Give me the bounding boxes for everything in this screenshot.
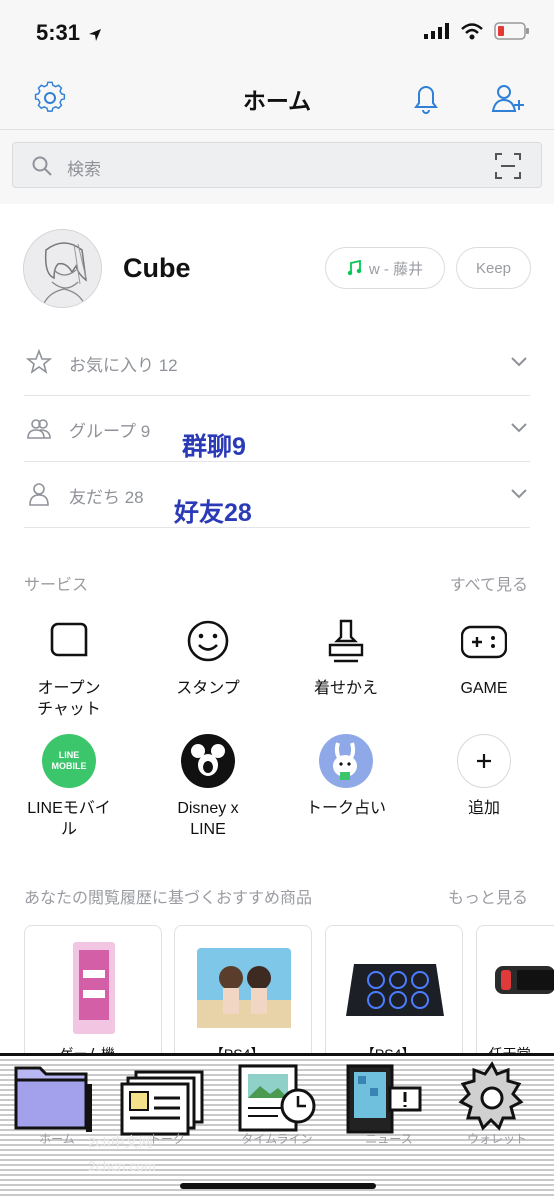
- dock-wallet[interactable]: ウォレット: [442, 1058, 552, 1150]
- open-chat-icon: [50, 622, 88, 657]
- chevron-down-icon: [511, 489, 527, 499]
- service-disney[interactable]: Disney x LINE: [148, 734, 268, 840]
- service-themes[interactable]: 着せかえ: [286, 614, 406, 699]
- keep-label: Keep: [475, 259, 512, 277]
- bottom-dock: ホーム トーク タイムライン ニュース ウォレット 2ch中文网 2chcn.c…: [0, 1053, 554, 1199]
- avatar-illustration: [24, 230, 101, 307]
- line-mobile-icon: LINE MOBILE: [42, 734, 96, 788]
- dock-label: ニュース: [365, 1132, 413, 1146]
- mickey-icon: [181, 734, 235, 788]
- location-arrow-icon: [89, 29, 101, 41]
- service-stamp[interactable]: スタンプ: [148, 614, 268, 699]
- service-label: Disney x LINE: [177, 800, 239, 838]
- service-label: LINEモバイ ル: [27, 800, 111, 838]
- profile-section: Cube w - 藤井 Keep: [0, 204, 554, 329]
- services-see-all[interactable]: すべて見る: [450, 571, 528, 595]
- nav-bar: ホーム: [0, 68, 554, 130]
- favorites-row[interactable]: お気に入り 12: [24, 330, 530, 396]
- product-image: [346, 964, 444, 1016]
- dock-label: ウォレット: [466, 1132, 527, 1146]
- music-note-icon: [347, 260, 362, 276]
- photo-clock-icon: [238, 1064, 316, 1132]
- service-add[interactable]: 追加: [424, 734, 544, 819]
- status-indicators: [424, 22, 530, 40]
- star-icon: [26, 349, 52, 374]
- service-line-mobile[interactable]: LINE MOBILE LINEモバイ ル: [9, 734, 129, 840]
- dock-news[interactable]: ニュース: [334, 1058, 444, 1150]
- person-icon: [29, 483, 49, 506]
- recommend-see-more[interactable]: もっと見る: [448, 884, 528, 908]
- service-game[interactable]: GAME: [424, 614, 544, 699]
- service-label: スタンプ: [176, 680, 240, 697]
- service-label: 追加: [467, 800, 500, 817]
- service-label: GAME: [460, 680, 508, 697]
- watermark-text: 2ch中文网: [88, 1134, 153, 1150]
- music-label: w - 藤井: [368, 260, 424, 278]
- music-button[interactable]: w - 藤井: [325, 247, 445, 289]
- status-bar: 5:31: [0, 0, 554, 68]
- gear-icon: [458, 1061, 524, 1131]
- search-input[interactable]: 検索: [12, 142, 542, 188]
- groups-row[interactable]: グループ 9: [24, 396, 530, 462]
- phone-chat-icon: [346, 1064, 422, 1134]
- search-area: 検索: [0, 130, 554, 204]
- plus-icon: [457, 734, 511, 788]
- services-header: サービス すべて見る: [24, 571, 530, 595]
- wifi-icon: [461, 23, 483, 40]
- bell-icon[interactable]: [406, 78, 446, 118]
- service-label: 着せかえ: [313, 680, 378, 697]
- watermark-url: 2chcn.com: [88, 1158, 156, 1174]
- chevron-down-icon: [511, 423, 527, 433]
- groups-label: グループ 9: [69, 422, 151, 441]
- service-openchat[interactable]: オープン チャット: [9, 614, 129, 720]
- service-label: トーク占い: [305, 800, 386, 817]
- search-icon: [32, 156, 52, 176]
- mail-icon: [120, 1070, 204, 1136]
- search-placeholder: 検索: [67, 160, 101, 179]
- product-image: [197, 948, 291, 1028]
- home-indicator: [180, 1183, 376, 1189]
- recommend-header: あなたの閲覧履歴に基づくおすすめ商品 もっと見る: [24, 884, 530, 908]
- paintbrush-icon: [328, 619, 364, 663]
- rabbit-icon: [319, 734, 373, 788]
- product-image: [73, 942, 115, 1034]
- add-friend-icon[interactable]: [488, 78, 528, 118]
- favorites-label: お気に入り 12: [69, 356, 178, 375]
- services-title: サービス: [24, 577, 89, 594]
- service-fortune[interactable]: トーク占い: [286, 734, 406, 819]
- dock-timeline[interactable]: タイムライン: [222, 1058, 332, 1150]
- gamepad-icon: [461, 625, 507, 659]
- service-label: オープン チャット: [37, 680, 101, 718]
- page-title: ホーム: [242, 88, 312, 114]
- profile-name: Cube: [123, 253, 191, 283]
- product-image: [495, 966, 554, 994]
- avatar[interactable]: [23, 229, 102, 308]
- groups-annotation: 群聊9: [182, 433, 246, 461]
- qr-scan-icon[interactable]: [495, 153, 521, 179]
- battery-icon: [494, 22, 529, 40]
- smiley-icon: [187, 620, 229, 662]
- keep-button[interactable]: Keep: [456, 247, 531, 289]
- group-icon: [27, 419, 51, 439]
- status-time: 5:31: [36, 20, 81, 45]
- signal-icon: [424, 23, 449, 39]
- recommend-title: あなたの閲覧履歴に基づくおすすめ商品: [24, 890, 313, 907]
- folder-icon: [14, 1066, 92, 1132]
- friends-annotation: 好友28: [174, 499, 252, 527]
- dock-label: タイムライン: [241, 1132, 313, 1146]
- friends-label: 友だち 28: [69, 488, 144, 507]
- chevron-down-icon: [511, 357, 527, 367]
- friends-row[interactable]: 友だち 28: [24, 462, 530, 528]
